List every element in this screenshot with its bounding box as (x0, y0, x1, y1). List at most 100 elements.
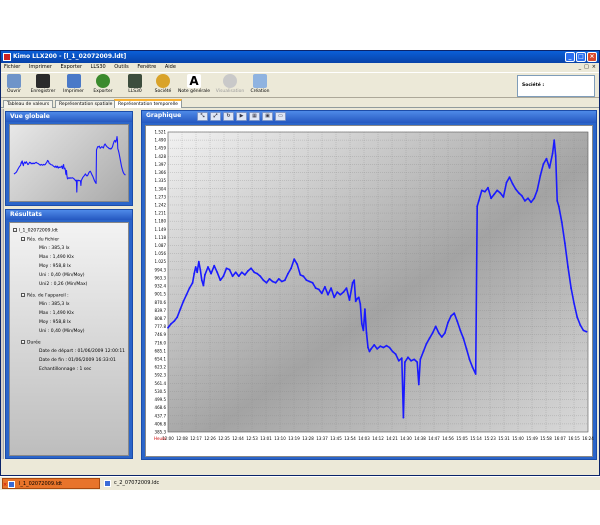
data-point (284, 279, 286, 282)
close-task-icon[interactable]: × (3, 480, 7, 491)
data-point (416, 361, 419, 363)
refresh-tool-icon[interactable]: ↻ (223, 112, 234, 121)
expander-icon[interactable]: - (21, 340, 25, 344)
menu-outils[interactable]: Outils (114, 63, 128, 72)
minimize-button[interactable]: _ (565, 52, 575, 62)
y-tick-label: 994.3 (155, 267, 167, 272)
data-point (533, 197, 536, 200)
ouvrir-label: Ouvrir (6, 89, 21, 94)
expander-icon[interactable]: - (13, 228, 17, 232)
app-window: Kimo LLX200 - [l_1_02072009.ldt] _ □ × F… (0, 50, 600, 476)
data-point (354, 300, 357, 303)
tab-tableau-de-valeurs[interactable]: Tableau de valeurs (3, 100, 54, 108)
expander-icon[interactable]: - (21, 237, 25, 241)
data-point (417, 383, 420, 386)
data-point (362, 329, 365, 332)
overview-chart[interactable] (9, 124, 129, 202)
maximize-button[interactable]: □ (576, 52, 586, 62)
mdi-restore-button[interactable]: □ (584, 63, 589, 72)
y-tick-label: 437.7 (155, 413, 167, 418)
lls30-button[interactable]: LLS30 (125, 74, 145, 98)
data-point (228, 268, 231, 271)
data-point (339, 293, 342, 296)
data-point (493, 193, 496, 196)
data-point (348, 299, 351, 301)
document-icon (104, 480, 111, 487)
data-point (176, 316, 179, 319)
y-tick-label: 746.9 (155, 332, 167, 337)
tree-fichier-node[interactable]: - Rés. du fichier (21, 237, 59, 244)
data-point (462, 337, 465, 340)
exporter-button[interactable]: Exporter (90, 74, 116, 98)
menu-imprimer[interactable]: Imprimer (29, 63, 52, 72)
data-point (440, 336, 443, 338)
menu-fenetre[interactable]: Fenêtre (137, 63, 156, 72)
overview-svg (13, 136, 126, 193)
x-tick-label: 13:10 (274, 436, 286, 441)
y-tick-label: 1.025 (155, 259, 167, 264)
zoom-in-tool-icon[interactable]: ⤡ (197, 112, 208, 121)
ouvrir-button[interactable]: Ouvrir (4, 74, 24, 98)
data-point (382, 346, 385, 349)
data-point (353, 279, 356, 282)
data-point (367, 346, 369, 349)
data-point (585, 330, 588, 333)
data-point (556, 200, 559, 202)
creation-button[interactable]: Création (247, 74, 273, 98)
data-point (437, 332, 440, 334)
tree-item: Min : 385,3 lx (39, 302, 70, 307)
task-l-1-02072009[interactable]: × l_1_02072009.ldt (2, 478, 100, 489)
grid-tool-icon[interactable]: ▦ (249, 112, 260, 121)
close-button[interactable]: × (587, 52, 597, 62)
menu-exporter[interactable]: Exporter (61, 63, 83, 72)
data-point (530, 201, 532, 204)
societe-label: Société (154, 89, 172, 94)
zoom-out-tool-icon[interactable]: ⤢ (210, 112, 221, 121)
menu-lls30[interactable]: LLS30 (91, 63, 106, 72)
title-bar[interactable]: Kimo LLX200 - [l_1_02072009.ldt] _ □ × (1, 51, 599, 63)
menu-fichier[interactable]: Fichier (4, 63, 20, 72)
plot-area[interactable]: 1.521 1.490 1.459 1.428 1.397 1.366 1.335 1.304… (145, 125, 594, 457)
tab-representation-temporelle[interactable]: Représentation temporelle (114, 99, 182, 108)
x-tick-label: 16:07 (554, 436, 566, 441)
task-c-2-07072009[interactable]: c_2_07072009.ldc (102, 478, 198, 489)
lls30-label: LLS30 (128, 89, 142, 94)
vue-globale-title: Vue globale (6, 112, 132, 122)
data-point (422, 350, 425, 353)
window-tool-icon[interactable]: ▭ (275, 112, 286, 121)
tree-file-node[interactable]: - l_1_02072009.ldt (13, 228, 58, 235)
mdi-close-button[interactable]: × (592, 63, 596, 72)
tree-appareil-node[interactable]: - Rés. de l'appareil : (21, 293, 69, 300)
data-point (502, 196, 505, 198)
societe-button[interactable]: Société (151, 74, 175, 98)
data-point (314, 287, 317, 289)
cursor-tool-icon[interactable]: ▶ (236, 112, 247, 121)
data-point (456, 320, 459, 322)
y-tick-label: 808.7 (155, 316, 167, 321)
note-generale-button[interactable]: A Note générale (177, 74, 211, 98)
tab-representation-spatiale[interactable]: Représentation spatiale (55, 100, 117, 108)
data-point (394, 353, 397, 356)
tree-duree-node[interactable]: - Durée (21, 340, 41, 347)
data-point (196, 271, 199, 274)
expander-icon[interactable]: - (21, 293, 25, 297)
mdi-minimize-button[interactable]: _ (579, 63, 582, 72)
data-point (357, 296, 360, 299)
enregistrer-button[interactable]: Enregistrer (28, 74, 58, 98)
company-icon (156, 74, 170, 88)
y-tick-label: 385.3 (155, 430, 167, 435)
data-point (570, 287, 572, 289)
data-point (468, 358, 471, 361)
y-tick-label: 468.6 (155, 405, 167, 410)
data-point (345, 287, 348, 289)
data-point (413, 358, 416, 361)
x-tick-label: 15:58 (540, 436, 552, 441)
menu-aide[interactable]: Aide (165, 63, 176, 72)
frame-tool-icon[interactable]: ▣ (262, 112, 273, 121)
resultats-title: Résultats (6, 210, 132, 220)
creation-label: Création (250, 89, 270, 94)
societe-field[interactable]: Société : (517, 75, 595, 97)
tree-item: Max : 1,490 Klx (39, 255, 74, 260)
visualisation-button[interactable]: Visualisation (215, 74, 245, 98)
imprimer-button[interactable]: Imprimer (61, 74, 86, 98)
